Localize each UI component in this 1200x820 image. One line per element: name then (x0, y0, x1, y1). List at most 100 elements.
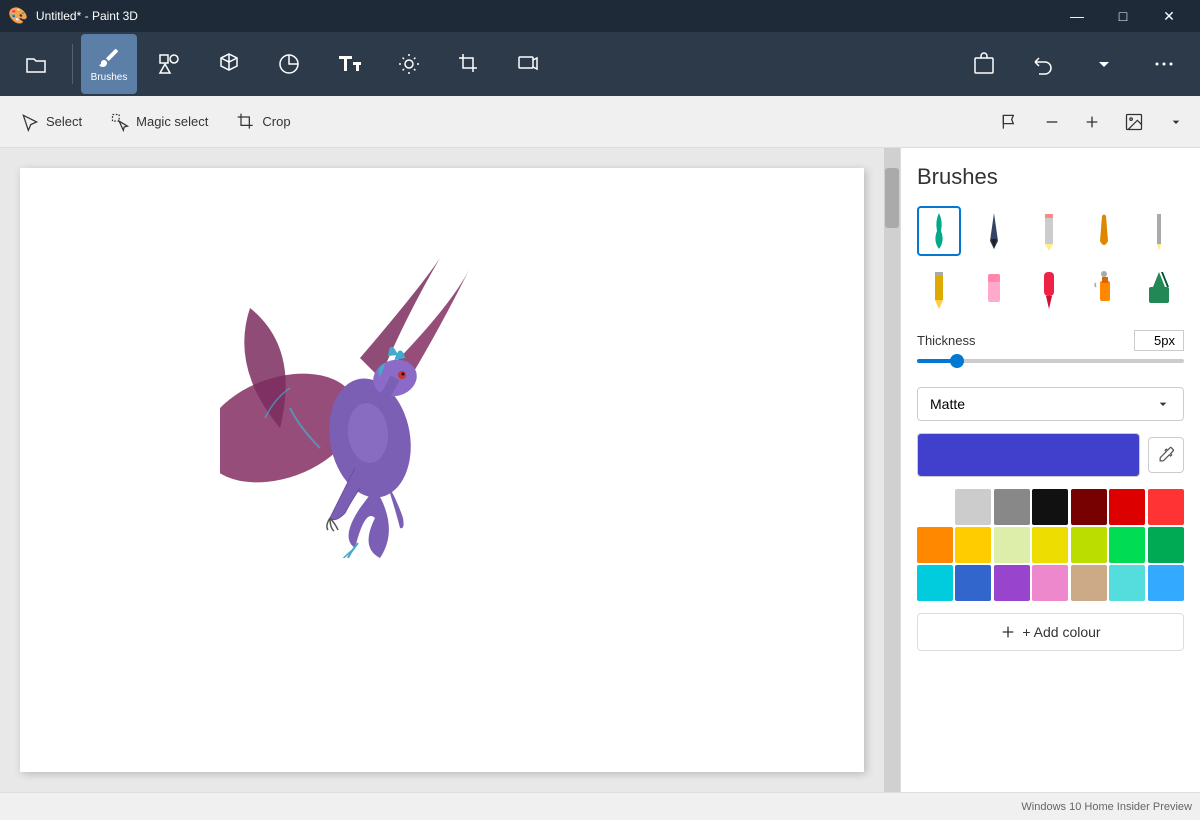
brush-thin-pencil[interactable] (1137, 206, 1181, 256)
crop-label: Crop (262, 114, 290, 129)
brush-fill[interactable] (1137, 264, 1181, 314)
tool-share[interactable] (956, 34, 1012, 94)
color-cell[interactable] (917, 527, 953, 563)
app-icon: 🎨 (8, 6, 28, 26)
titlebar-controls: — □ ✕ (1054, 0, 1192, 32)
color-cell[interactable] (917, 565, 953, 601)
crop-tool-btn[interactable]: Crop (224, 102, 302, 142)
brush-colored-pencil[interactable] (917, 264, 961, 314)
maximize-button[interactable]: □ (1100, 0, 1146, 32)
toolbar-right (956, 34, 1192, 94)
zoom-out-btn[interactable] (1036, 102, 1068, 142)
more-sec-btn[interactable] (1160, 102, 1192, 142)
eyedropper-icon (1156, 445, 1176, 465)
minimize-button[interactable]: — (1054, 0, 1100, 32)
brush-calligraphy[interactable] (917, 206, 961, 256)
minus-icon (1044, 114, 1060, 130)
tool-effects[interactable] (381, 34, 437, 94)
tool-more[interactable] (1136, 34, 1192, 94)
color-cell[interactable] (1148, 527, 1184, 563)
magic-select-label: Magic select (136, 114, 208, 129)
tool-3d-view[interactable] (501, 34, 557, 94)
effects-icon (397, 52, 421, 76)
canvas-area[interactable] (0, 148, 900, 792)
color-cell[interactable] (1032, 565, 1068, 601)
dragon-image (220, 248, 490, 558)
dropdown-chevron-icon (1155, 396, 1171, 412)
drawing-canvas[interactable] (20, 168, 864, 772)
plus-icon (1084, 114, 1100, 130)
magic-select-btn[interactable]: Magic select (98, 102, 220, 142)
brushes-panel: Brushes (900, 148, 1200, 792)
brush-fountain-pen[interactable] (972, 206, 1016, 256)
tool-stickers[interactable] (261, 34, 317, 94)
color-cell[interactable] (917, 489, 953, 525)
brush-orange[interactable] (1082, 206, 1126, 256)
magic-select-icon (110, 112, 130, 132)
select-tool-btn[interactable]: Select (8, 102, 94, 142)
add-color-label: + Add colour (1022, 624, 1100, 640)
color-cell[interactable] (1032, 489, 1068, 525)
close-button[interactable]: ✕ (1146, 0, 1192, 32)
slider-thumb[interactable] (950, 354, 964, 368)
vertical-scrollbar[interactable] (884, 148, 900, 792)
shapes-2d-icon (157, 52, 181, 76)
color-cell[interactable] (1071, 527, 1107, 563)
scrollbar-thumb[interactable] (885, 168, 899, 228)
tool-canvas[interactable] (441, 34, 497, 94)
main-area: Brushes (0, 148, 1200, 792)
color-cell[interactable] (955, 489, 991, 525)
brush-pencil-gray[interactable] (1027, 206, 1071, 256)
app-title: Untitled* - Paint 3D (36, 9, 138, 23)
opacity-dropdown[interactable]: Matte (917, 387, 1184, 421)
color-cell[interactable] (994, 527, 1030, 563)
color-cell[interactable] (994, 565, 1030, 601)
separator-1 (72, 44, 73, 84)
brush-marker[interactable] (1027, 264, 1071, 314)
tool-2d-shapes[interactable] (141, 34, 197, 94)
flag-btn[interactable] (992, 102, 1028, 142)
color-cell[interactable] (955, 527, 991, 563)
color-cell[interactable] (1148, 565, 1184, 601)
more-icon (1152, 52, 1176, 76)
statusbar: Windows 10 Home Insider Preview (0, 792, 1200, 820)
tool-text[interactable] (321, 34, 377, 94)
titlebar: 🎨 Untitled* - Paint 3D — □ ✕ (0, 0, 1200, 32)
brush-eraser[interactable] (972, 264, 1016, 314)
share-icon (972, 52, 996, 76)
color-cell[interactable] (1109, 527, 1145, 563)
expand-icon (1168, 114, 1184, 130)
main-toolbar: Brushes (0, 32, 1200, 96)
tool-undo[interactable] (1016, 34, 1072, 94)
tool-dropdown[interactable] (1076, 34, 1132, 94)
color-cell[interactable] (1071, 565, 1107, 601)
select-label: Select (46, 114, 82, 129)
color-cell[interactable] (1148, 489, 1184, 525)
text-icon (337, 52, 361, 76)
tool-file[interactable] (8, 34, 64, 94)
color-cell[interactable] (955, 565, 991, 601)
add-icon (1000, 624, 1016, 640)
thickness-value[interactable]: 5px (1134, 330, 1184, 351)
color-cell[interactable] (1109, 489, 1145, 525)
opacity-value: Matte (930, 396, 965, 412)
image-insert-btn[interactable] (1116, 102, 1152, 142)
tool-brushes[interactable]: Brushes (81, 34, 137, 94)
cube-icon (217, 52, 241, 76)
color-cell[interactable] (994, 489, 1030, 525)
color-cell[interactable] (1071, 489, 1107, 525)
tool-3d-shapes[interactable] (201, 34, 257, 94)
zoom-in-btn[interactable] (1076, 102, 1108, 142)
undo-icon (1032, 52, 1056, 76)
thickness-slider[interactable] (917, 359, 1184, 363)
color-cell[interactable] (1109, 565, 1145, 601)
select-icon (20, 112, 40, 132)
eyedropper-btn[interactable] (1148, 437, 1184, 473)
tool-brushes-label: Brushes (91, 72, 128, 83)
selected-color-swatch[interactable] (917, 433, 1140, 477)
add-color-btn[interactable]: + Add colour (917, 613, 1184, 651)
flag-icon (1000, 112, 1020, 132)
brush-spray[interactable] (1082, 264, 1126, 314)
color-cell[interactable] (1032, 527, 1068, 563)
secondary-toolbar: Select Magic select Crop (0, 96, 1200, 148)
